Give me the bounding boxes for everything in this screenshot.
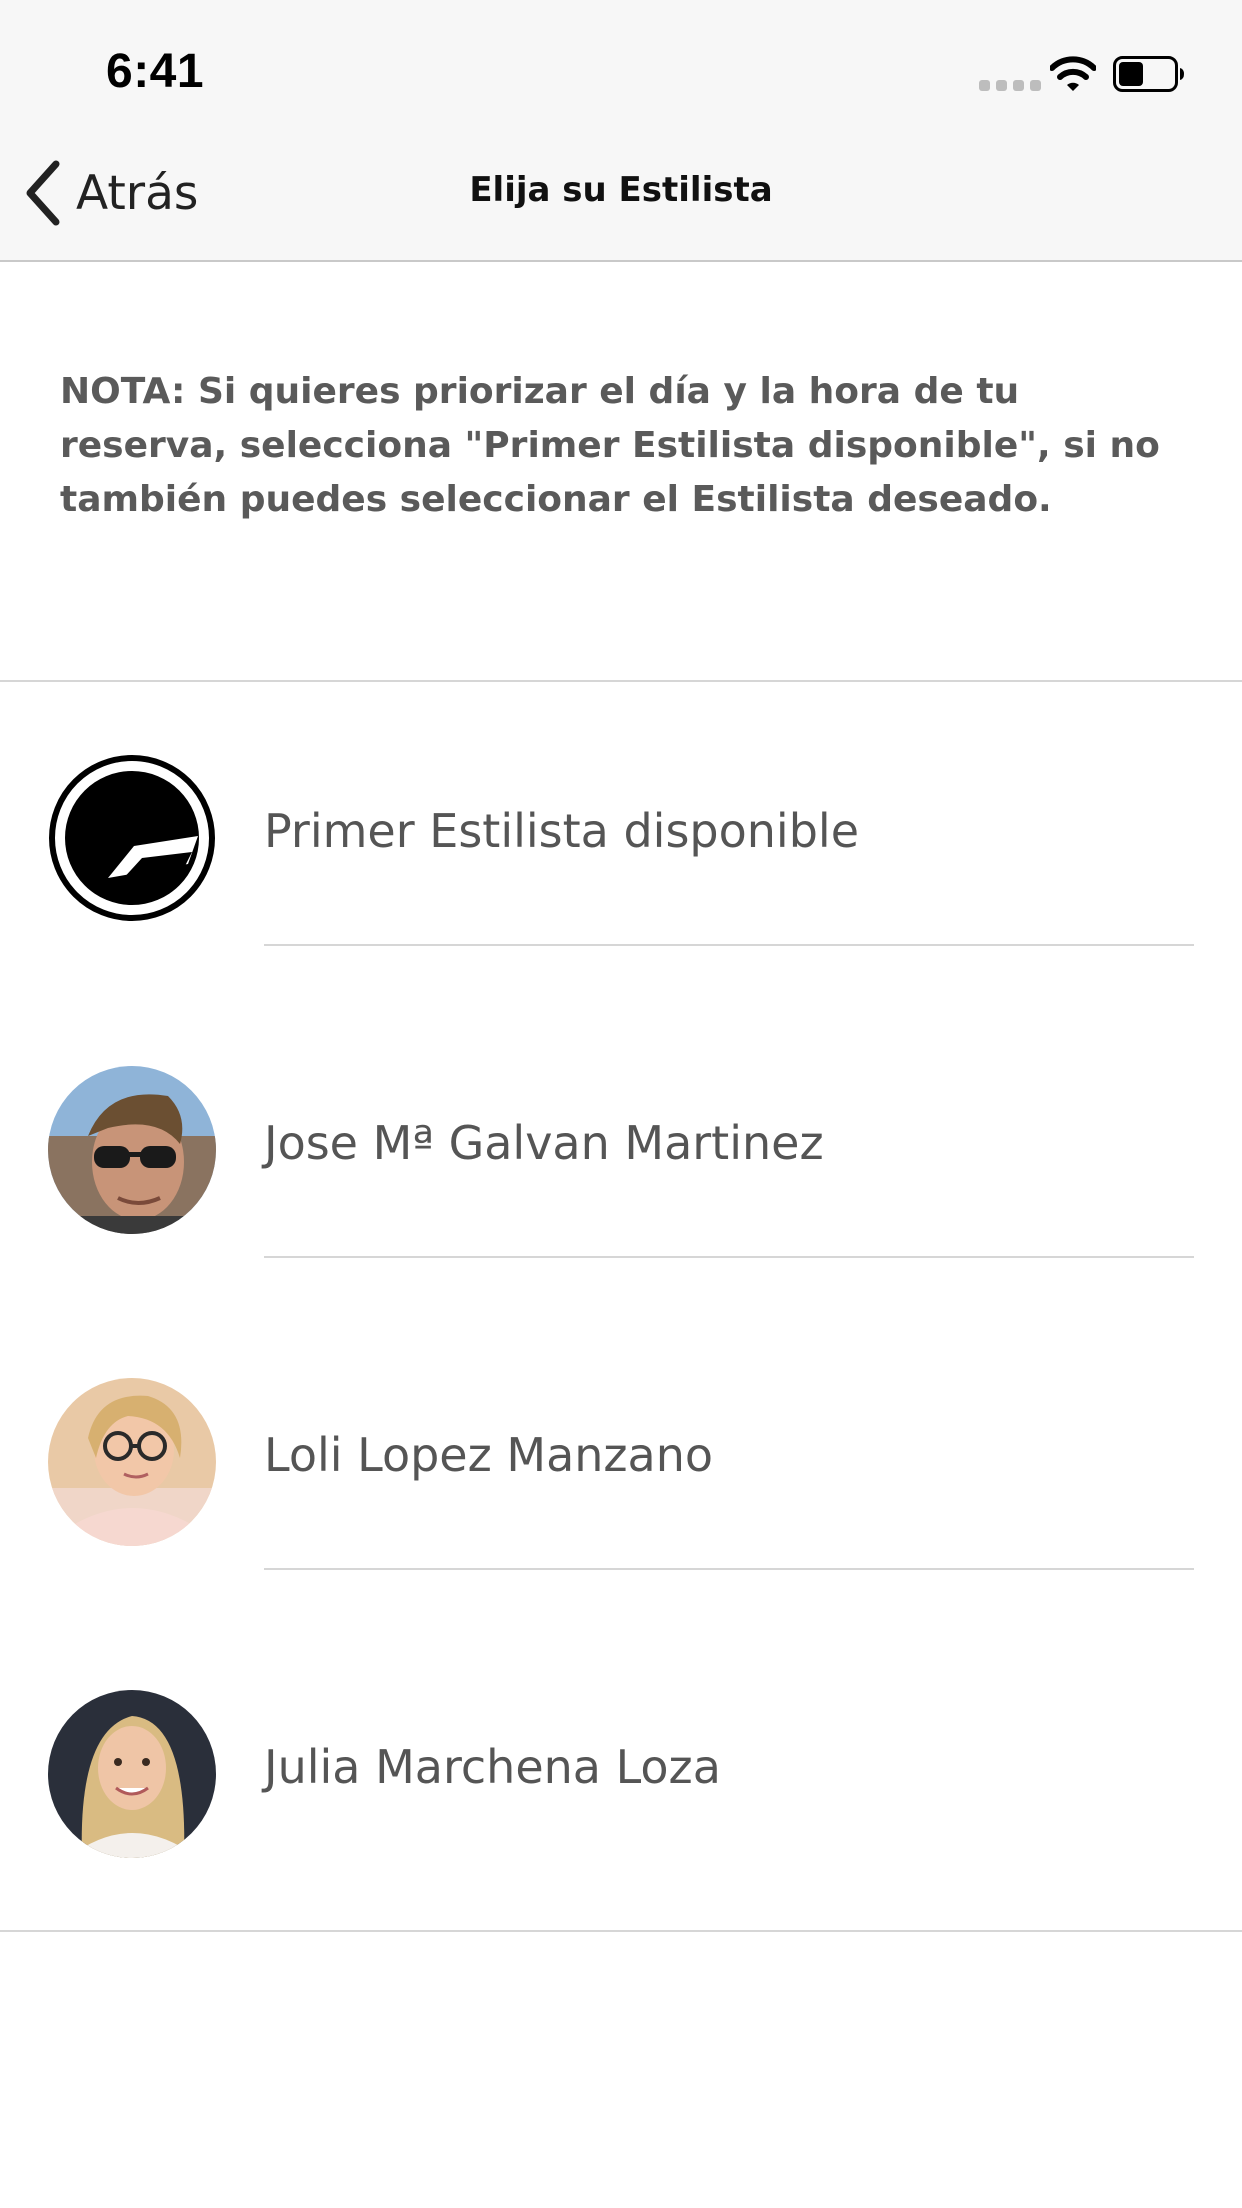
avatar — [48, 1378, 216, 1546]
avatar — [48, 1690, 216, 1858]
stylist-name: Julia Marchena Loza — [264, 1740, 721, 1794]
page-title: Elija su Estilista — [469, 170, 773, 210]
wifi-icon — [1050, 56, 1096, 91]
stylist-row-julia[interactable]: Julia Marchena Loza — [0, 1618, 1242, 1930]
top-bar: 6:41 Atrás Elija su Estilista — [0, 0, 1242, 262]
status-time: 6:41 — [106, 45, 205, 98]
screen: 6:41 Atrás Elija su Estilista NOTA: Si q… — [0, 0, 1242, 2208]
brand-logo-icon — [48, 754, 216, 922]
stylist-name: Primer Estilista disponible — [264, 804, 859, 858]
stylist-name: Jose Mª Galvan Martinez — [264, 1116, 824, 1170]
battery-icon — [1113, 56, 1184, 92]
booking-note: NOTA: Si quieres priorizar el día y la h… — [60, 371, 1160, 520]
row-divider — [264, 1256, 1194, 1258]
row-divider — [264, 944, 1194, 946]
cellular-signal-icon — [979, 80, 1041, 91]
stylist-row-first-available[interactable]: Primer Estilista disponible — [0, 682, 1242, 994]
stylist-name: Loli Lopez Manzano — [264, 1428, 714, 1482]
divider — [0, 1930, 1242, 1932]
stylist-row-loli[interactable]: Loli Lopez Manzano — [0, 1306, 1242, 1618]
avatar — [48, 1066, 216, 1234]
stylist-row-jose[interactable]: Jose Mª Galvan Martinez — [0, 994, 1242, 1306]
row-divider — [264, 1568, 1194, 1570]
